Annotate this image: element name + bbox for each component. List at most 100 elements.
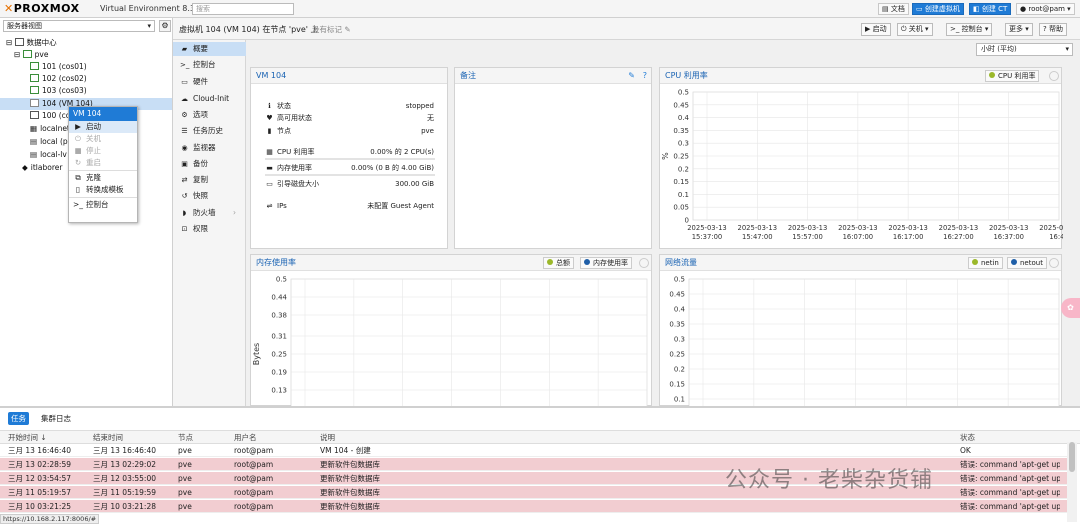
server-icon [22, 50, 32, 58]
scrollbar-thumb[interactable] [1069, 442, 1075, 472]
netin-legend-toggle[interactable]: netin [968, 257, 1003, 269]
x-tick-label: 16:37:00 [993, 233, 1024, 241]
version-label: Virtual Environment 8.3.0 [100, 4, 203, 13]
tree-vm-101[interactable]: 101 (cos01) [30, 61, 87, 73]
cpu-label: ▦ CPU 利用率 [266, 148, 315, 156]
hdd-icon: ▭ [266, 180, 273, 188]
nav-task-history[interactable]: ☰ 任务历史 [173, 124, 246, 138]
menu-item-stop[interactable]: ■ 停止 [69, 145, 137, 157]
vm-header-bar: 虚拟机 104 (VM 104) 在节点 'pve' 上 没有标记 ✎ ▶ 启动… [173, 18, 1080, 40]
nav-backup[interactable]: ▣ 备份 [173, 157, 246, 171]
netout-legend-toggle[interactable]: netout [1007, 257, 1047, 269]
col-status[interactable]: 状态 [960, 431, 975, 445]
ips-value: 未配置 Guest Agent [367, 202, 434, 210]
chevron-down-icon: ▾ [982, 25, 989, 33]
node-value: pve [421, 127, 434, 135]
disk-label: ▭ 引导磁盘大小 [266, 180, 319, 188]
legend-dot [547, 259, 553, 265]
table-cell-end: 三月 11 05:19:59 [93, 488, 156, 497]
expand-icon: ⊟ [6, 38, 15, 47]
user-menu-button[interactable]: ● root@pam ▾ [1016, 3, 1075, 15]
col-end-time[interactable]: 结束时间 [93, 431, 123, 445]
menu-item-console[interactable]: >_ 控制台 [69, 199, 137, 211]
task-table-header: 开始时间 ↓ 结束时间 节点 用户名 说明 状态 [0, 430, 1080, 444]
pencil-icon: ✎ [342, 25, 351, 34]
create-vm-button[interactable]: ▭ 创建虚拟机 [912, 3, 964, 15]
disk-value: 300.00 GiB [395, 180, 434, 188]
shutdown-button[interactable]: ⏻ 关机 ▾ [897, 23, 933, 36]
cpu-legend-toggle[interactable]: CPU 利用率 [985, 70, 1040, 82]
menu-item-convert-template[interactable]: ▯ 转换成模板 [69, 184, 137, 196]
console-button[interactable]: >_ 控制台 ▾ [946, 23, 993, 36]
nav-replication[interactable]: ⇄ 复制 [173, 173, 246, 187]
search-input[interactable]: 搜索 [192, 3, 294, 15]
nav-hardware[interactable]: ▭ 硬件 [173, 75, 246, 89]
memory-icon: ▬ [266, 164, 273, 172]
edit-icon[interactable]: ✎ [628, 71, 635, 80]
reset-zoom-icon[interactable] [1049, 258, 1059, 268]
x-tick-label: 16:17:00 [893, 233, 924, 241]
tab-tasks[interactable]: 任务 [8, 412, 29, 425]
nav-options[interactable]: ⚙ 选项 [173, 108, 246, 122]
stop-icon: ■ [74, 146, 82, 155]
gear-icon[interactable]: ⚙ [159, 20, 171, 32]
tree-vm-102[interactable]: 102 (cos02) [30, 73, 87, 85]
time-range-select[interactable]: 小时 (平均) ▾ [976, 43, 1073, 56]
tree-localnetwork[interactable]: ▦ localnet [30, 123, 70, 135]
task-scrollbar[interactable] [1067, 442, 1077, 522]
menu-item-start[interactable]: ▶ 启动 [69, 121, 137, 133]
table-cell-node: pve [178, 488, 192, 497]
menu-item-clone[interactable]: ⧉ 克隆 [69, 172, 137, 184]
tree-node-pve[interactable]: ⊟ pve [14, 49, 49, 61]
nav-permissions[interactable]: ⊡ 权限 [173, 222, 246, 236]
nav-monitor[interactable]: ◉ 监视器 [173, 141, 246, 155]
create-ct-button[interactable]: ◧ 创建 CT [969, 3, 1012, 15]
nav-summary[interactable]: ▰ 概要 [173, 42, 246, 56]
mem-total-legend-toggle[interactable]: 总额 [543, 257, 574, 269]
tree-storage-local[interactable]: ▤ local (p [30, 136, 68, 148]
view-selector[interactable]: 服务器视图 ▾ [3, 20, 155, 32]
nav-firewall[interactable]: ◗ 防火墙 › [173, 206, 246, 220]
nav-console[interactable]: >_ 控制台 [173, 58, 246, 72]
tree-pool-itlaborer[interactable]: ◆ itlaborer [22, 162, 62, 174]
reset-zoom-icon[interactable] [639, 258, 649, 268]
menu-item-reboot[interactable]: ↻ 重启 [69, 157, 137, 169]
memory-chart-panel: 内存使用率 总额 内存使用率 0.5 0.44 0.38 0.31 0.25 0.19 0.… [250, 254, 652, 406]
start-button[interactable]: ▶ 启动 [861, 23, 891, 36]
table-cell-user: root@pam [234, 502, 274, 511]
datacenter-icon [14, 38, 24, 46]
x-tick-label: 16:07:00 [843, 233, 874, 241]
menu-item-shutdown[interactable]: ⏻ 关机 [69, 133, 137, 145]
terminal-icon: >_ [180, 61, 190, 69]
table-cell-desc: 更新软件包数据库 [320, 488, 380, 497]
table-row[interactable]: 三月 10 03:21:25 三月 10 03:21:28 pve root@pam 更… [0, 500, 1067, 513]
col-node[interactable]: 节点 [178, 431, 193, 445]
col-description[interactable]: 说明 [320, 431, 335, 445]
help-icon[interactable]: ? [643, 71, 647, 80]
y-tick-label: 0.15 [669, 381, 685, 389]
more-button[interactable]: 更多 ▾ [1005, 23, 1033, 36]
proxmox-logo[interactable]: ✕PROXMOX [4, 2, 80, 15]
mem-used-legend-toggle[interactable]: 内存使用率 [580, 257, 632, 269]
col-start-time[interactable]: 开始时间 ↓ [8, 431, 47, 445]
table-cell-start: 三月 13 02:28:59 [8, 460, 71, 469]
ha-label: ♥ 高可用状态 [266, 114, 312, 122]
help-button[interactable]: ? 帮助 [1039, 23, 1067, 36]
floating-assistant-icon[interactable]: ✿ [1061, 298, 1080, 318]
tab-cluster-log[interactable]: 集群日志 [38, 412, 74, 425]
table-cell-start: 三月 13 16:46:40 [8, 446, 71, 455]
docs-button[interactable]: ▤ 文档 [878, 3, 909, 15]
power-icon: ⏻ [901, 25, 909, 33]
nav-cloud-init[interactable]: ☁ Cloud-Init [173, 92, 246, 106]
tree-datacenter[interactable]: ⊟ 数据中心 [6, 37, 57, 49]
tree-storage-local-lvm[interactable]: ▤ local-lv [30, 149, 67, 161]
col-user[interactable]: 用户名 [234, 431, 257, 445]
table-row[interactable]: 三月 13 16:46:40 三月 13 16:46:40 pve root@pam V… [0, 444, 1067, 457]
tag-edit[interactable]: 没有标记 ✎ [312, 24, 351, 35]
tree-vm-103[interactable]: 103 (cos03) [30, 85, 87, 97]
tree-vm-100[interactable]: 100 (co [30, 110, 70, 122]
nav-snapshots[interactable]: ↺ 快照 [173, 189, 246, 203]
reset-zoom-icon[interactable] [1049, 71, 1059, 81]
refresh-icon: ↻ [74, 158, 82, 167]
table-cell-status: 错误: command 'apt-get upd... [960, 488, 1060, 497]
